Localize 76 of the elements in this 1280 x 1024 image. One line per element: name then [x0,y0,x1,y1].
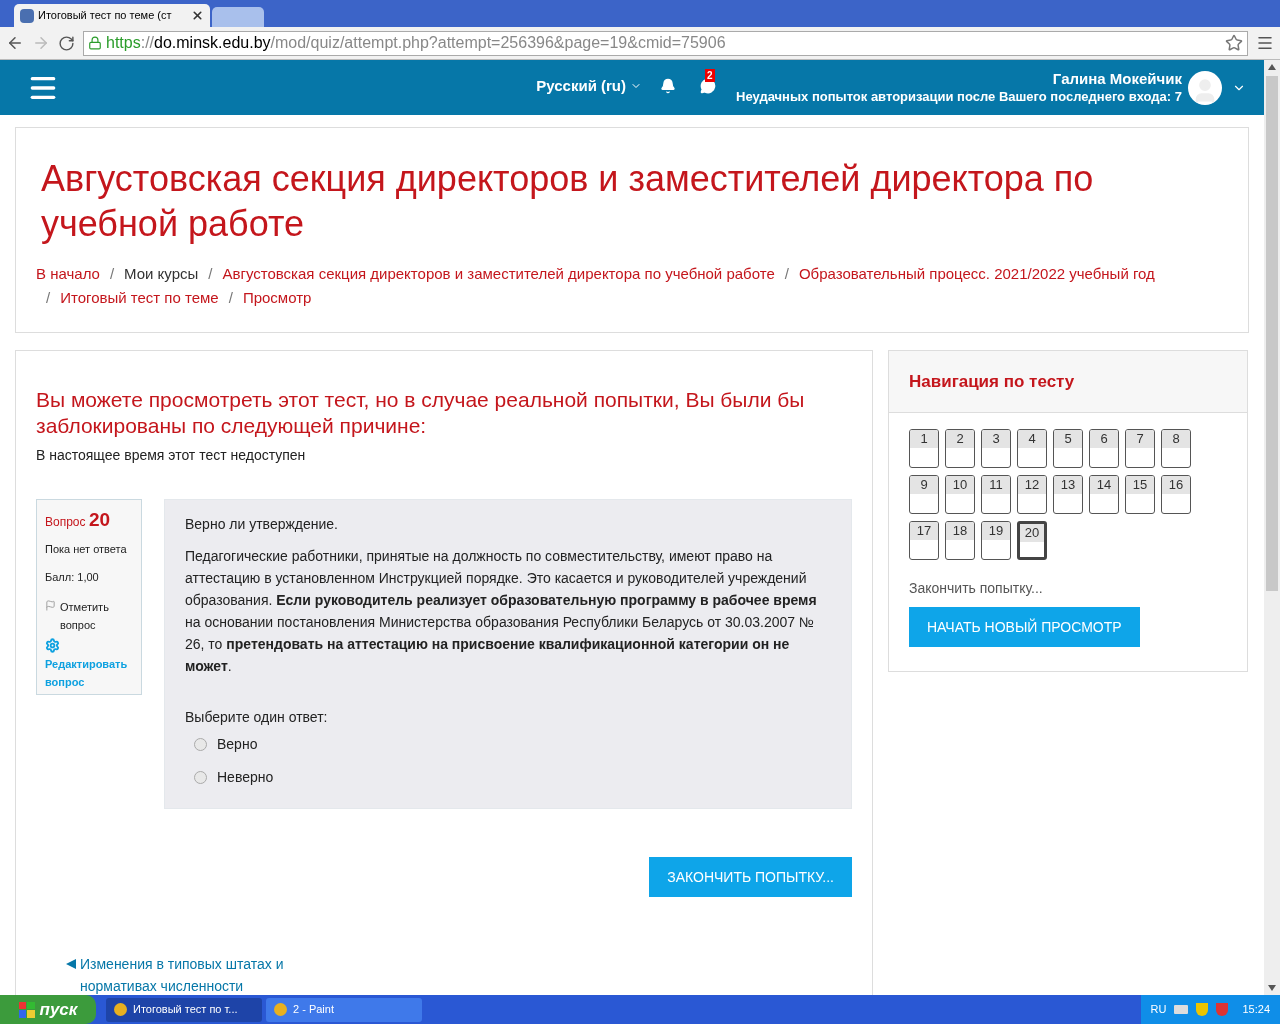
settings-icon[interactable] [45,637,60,653]
breadcrumb-link[interactable]: Августовская секция директоров и заместителей директора по учебной работе [222,262,775,286]
question-nav-button[interactable]: 7 [1125,429,1155,468]
scrollbar[interactable] [1264,60,1280,995]
answer-prompt: Выберите один ответ: [185,708,329,727]
question-nav-button[interactable]: 16 [1161,475,1191,514]
user-name[interactable]: Галина Мокейчик [1052,69,1182,88]
breadcrumb-link[interactable]: В начало [36,262,100,286]
answer-status: Пока нет ответа [45,541,128,557]
question-nav-button[interactable]: 13 [1053,475,1083,514]
breadcrumb-separator: / [46,288,51,308]
radio-button[interactable] [194,771,207,784]
tab-title: Итоговый тест по теме (ст [38,8,172,24]
notice-text: В настоящее время этот тест недоступен [36,446,307,465]
question-nav-button[interactable]: 4 [1017,429,1047,468]
question-nav-button[interactable]: 18 [945,521,975,560]
browser-tab[interactable]: Итоговый тест по теме (ст [14,4,210,27]
flag-icon [45,599,56,611]
back-icon[interactable] [6,34,24,52]
avatar[interactable] [1188,70,1222,105]
question-text: Педагогические работники, принятые на должность по совместительству, имеют право на аттестацию в установленном Инструкцией порядке. Это касается и руководителей учреждений образования. Если руководитель реализует образовательную программу в рабочее время на основании постановления Министерства образования Республики Беларусь от 30.03.2007 № 26, то претендовать на аттестацию на присвоение квалификационной категории он не может. [185,547,818,676]
scroll-up-icon[interactable] [1268,64,1276,70]
question-intro: Верно ли утверждение. [185,515,339,534]
course-title: Августовская секция директоров и заместителей директора по учебной работе [40,157,1095,246]
keyboard-icon[interactable] [1174,1005,1189,1014]
question-nav-button[interactable]: 1 [909,429,939,468]
question-nav-button[interactable]: 6 [1089,429,1119,468]
scroll-down-icon[interactable] [1268,985,1276,991]
breadcrumb-link[interactable]: Итоговый тест по теме [60,286,219,310]
address-field[interactable]: https://do.minsk.edu.by/mod/quiz/attempt.php?attempt=256396&page=19&cmid=75906 [83,30,1248,56]
taskbar-task[interactable]: 2 - Paint [266,997,422,1022]
language-menu[interactable]: Русский (ru) [536,74,643,98]
question-nav-button[interactable]: 14 [1089,475,1119,514]
question-nav-button[interactable]: 15 [1125,475,1155,514]
breadcrumb-separator: / [784,264,789,284]
previous-arrow-icon[interactable] [66,959,76,969]
question-nav-button[interactable]: 10 [945,475,975,514]
question-nav-button[interactable]: 20 [1017,521,1047,560]
answer-label: Неверно [217,768,274,787]
breadcrumb-link[interactable]: Просмотр [242,286,312,310]
bookmark-star-icon[interactable] [1225,34,1243,52]
question-nav-button[interactable]: 12 [1017,475,1047,514]
answer-label: Верно [217,735,258,754]
menu-icon[interactable] [1256,34,1274,52]
page-icon [20,8,34,23]
question-nav-button[interactable]: 5 [1053,429,1083,468]
start-button[interactable]: пуск [0,995,96,1024]
question-nav-button[interactable]: 2 [945,429,975,468]
breadcrumb-separator: / [228,288,233,308]
message-count-badge: 2 [705,69,715,82]
notification-bell-icon[interactable] [660,78,677,94]
grade: Балл: 1,00 [45,570,100,585]
question-nav-button[interactable]: 3 [981,429,1011,468]
question-nav-button[interactable]: 17 [909,521,939,560]
flag-question-link[interactable]: Отметить вопрос [60,597,133,634]
url-text: https://do.minsk.edu.by/mod/quiz/attempt.php?attempt=256396&page=19&cmid=75906 [106,33,726,53]
radio-button[interactable] [194,738,207,751]
login-notice: Неудачных попыток авторизации после Вашего последнего входа: 7 [736,87,1182,106]
taskbar-task[interactable]: Итоговый тест по т... [106,997,262,1022]
finish-attempt-link[interactable]: Закончить попытку... [909,578,1227,599]
question-nav-button[interactable]: 11 [981,475,1011,514]
clock: 15:24 [1242,1002,1270,1018]
navigation-title: Навигация по тесту [909,370,1075,393]
question-nav-button[interactable]: 9 [909,475,939,514]
question-nav-button[interactable]: 19 [981,521,1011,560]
breadcrumb-separator: / [208,264,213,284]
lock-icon [88,36,102,50]
breadcrumb-separator: / [109,264,115,284]
reload-icon[interactable] [58,34,75,52]
notice-heading: Вы можете просмотреть этот тест, но в случае реальной попытки, Вы были бы заблокированы по следующей причине: [36,387,806,439]
breadcrumb-link[interactable]: Образовательный процесс. 2021/2022 учебный год [798,262,1155,286]
question-nav-button[interactable]: 8 [1161,429,1191,468]
previous-activity-link[interactable]: Изменения в типовых штатах и нормативах численности [80,953,306,995]
close-icon[interactable] [191,9,204,22]
question-number: Вопрос 20 [45,508,111,532]
breadcrumb-text: Мои курсы [124,264,199,284]
